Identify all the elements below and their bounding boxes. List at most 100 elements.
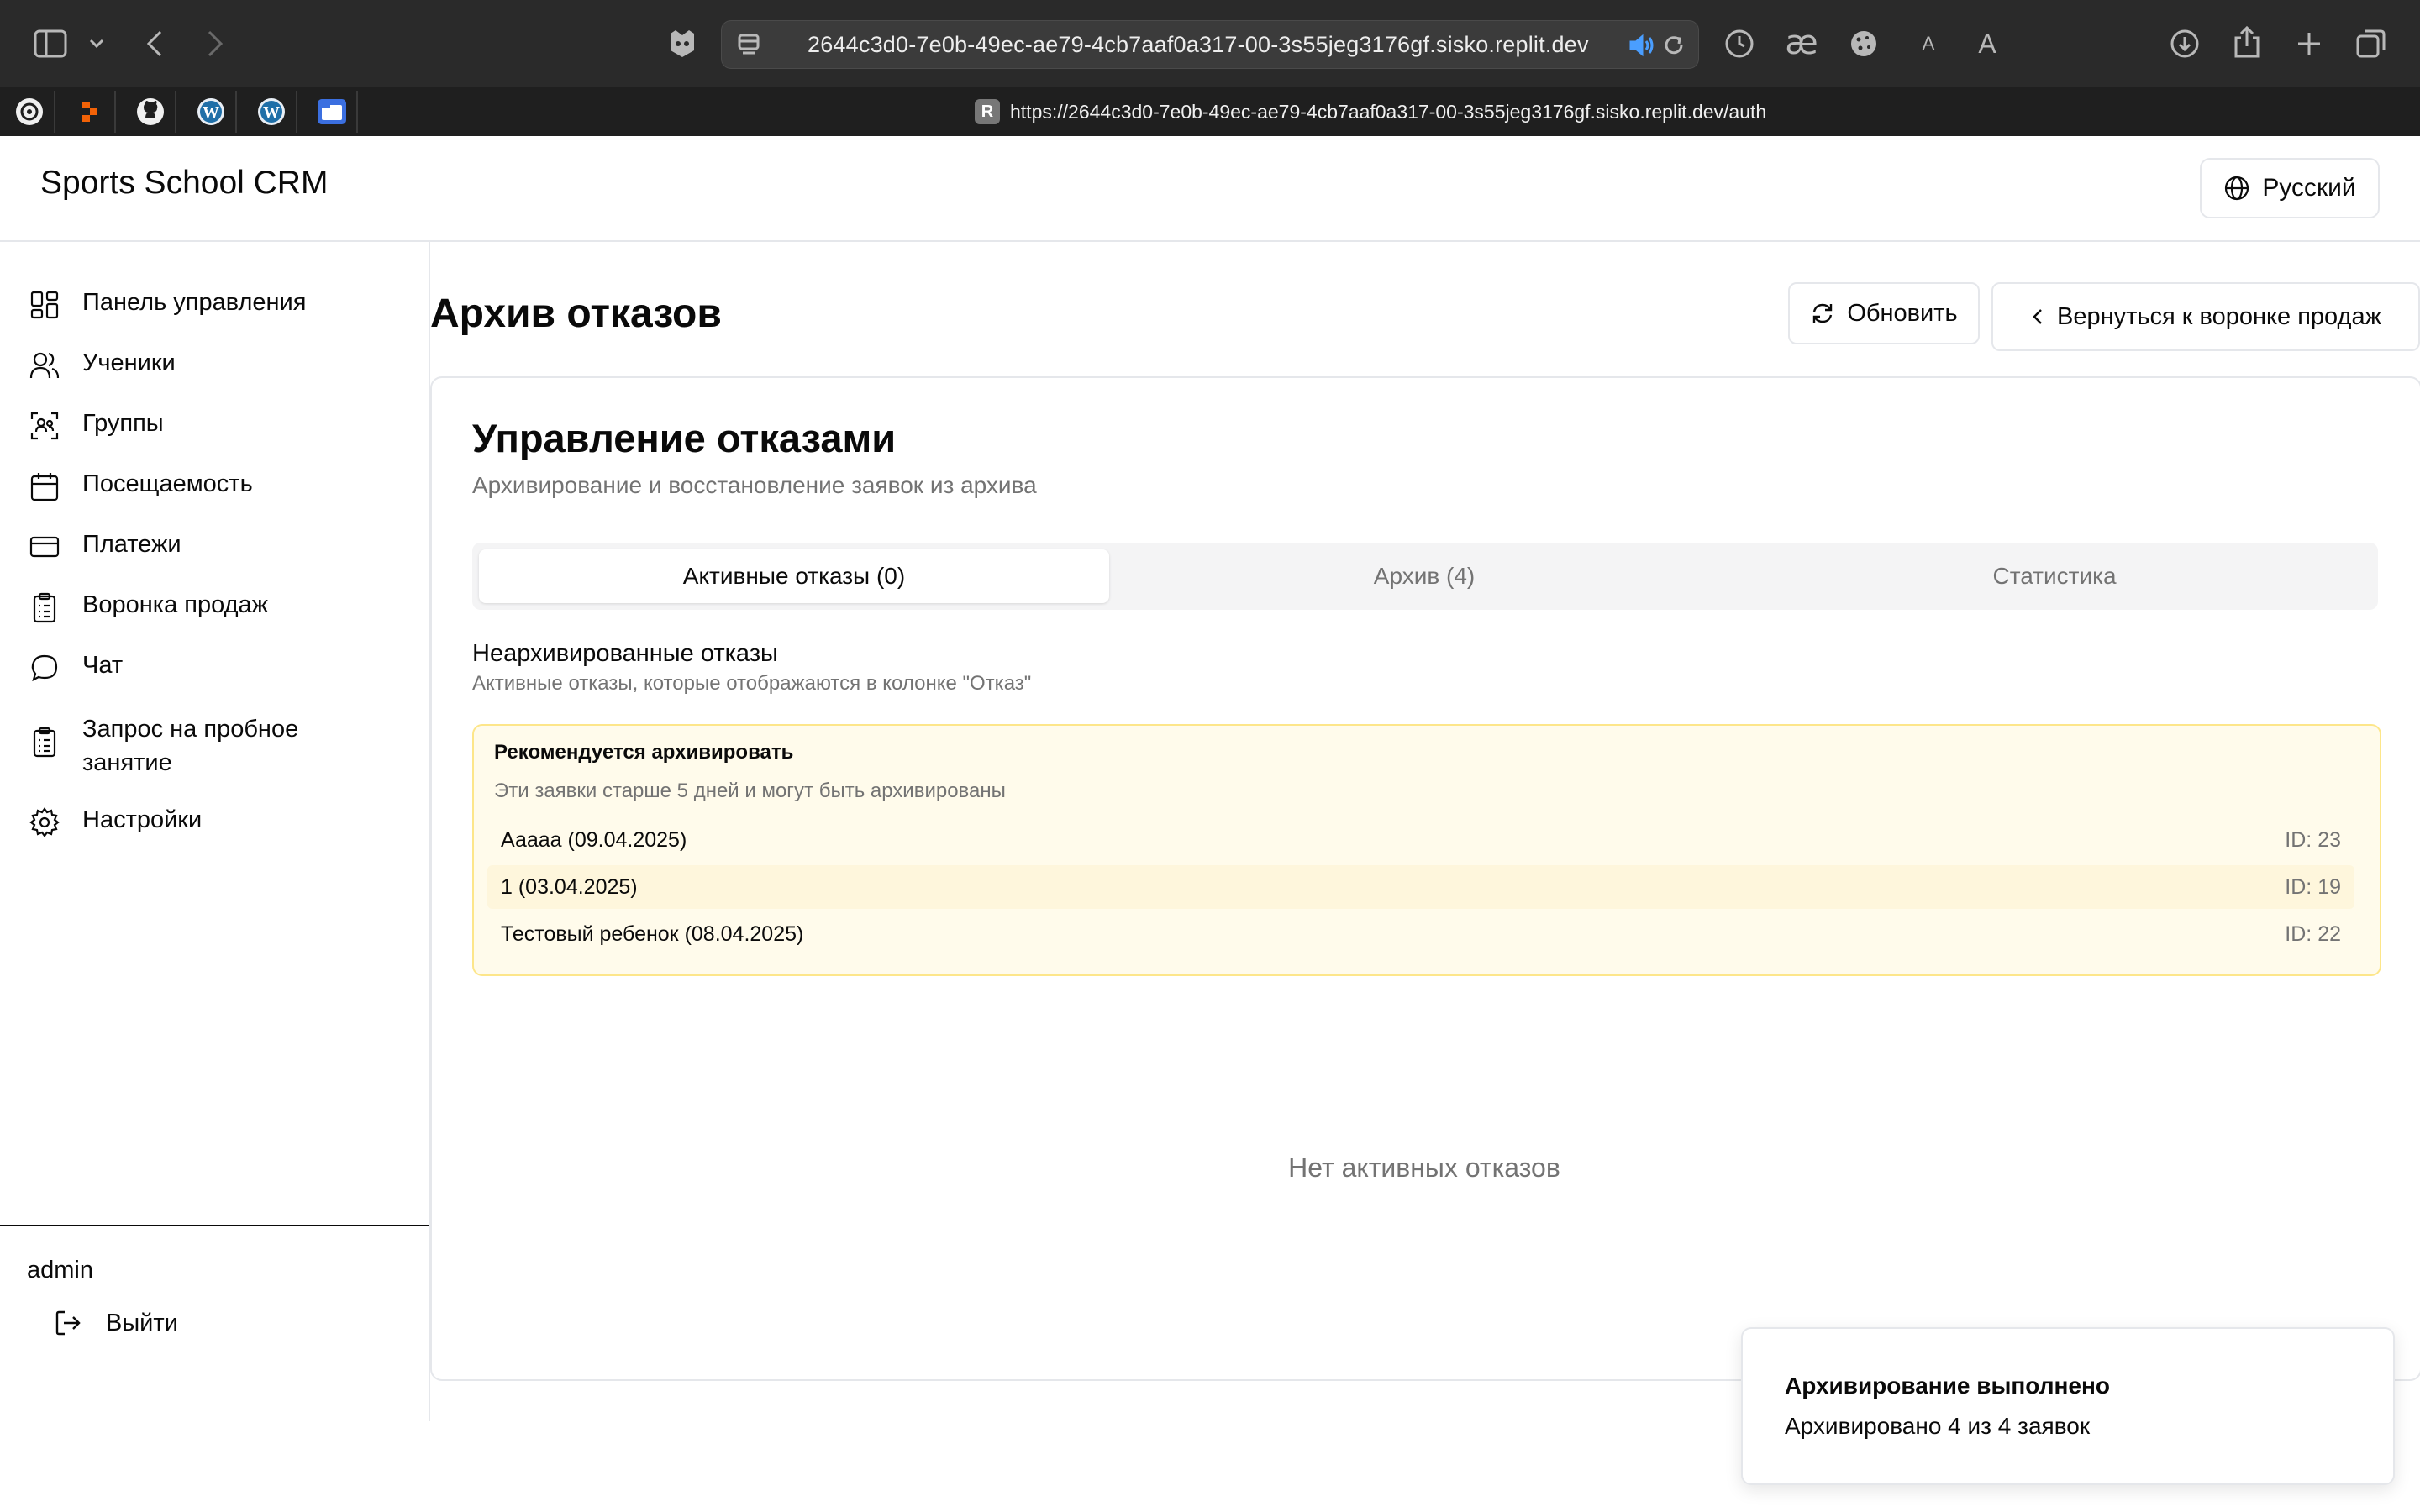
speaker-icon[interactable]	[1628, 31, 1656, 60]
shield-extension-icon[interactable]	[664, 25, 701, 62]
sidebar-item-settings[interactable]: Настройки	[29, 806, 202, 838]
logout-icon	[55, 1310, 81, 1336]
calendar-icon	[30, 473, 59, 501]
back-to-funnel-label: Вернуться к воронке продаж	[2057, 302, 2381, 330]
tab-archive[interactable]: Архив (4)	[1109, 549, 1739, 603]
request-id: ID: 19	[2285, 875, 2341, 899]
language-label: Русский	[2262, 174, 2356, 202]
sidebar-item-label: Настройки	[82, 806, 203, 833]
section-description: Активные отказы, которые отображаются в …	[472, 672, 1032, 695]
sidebar-item-label: Ученики	[82, 349, 176, 376]
download-icon[interactable]	[2166, 25, 2203, 62]
sidebar-toggle-icon[interactable]	[32, 25, 69, 62]
credit-card-icon	[29, 536, 60, 558]
section-title: Неархивированные отказы	[472, 640, 778, 667]
replit-badge-icon: R	[975, 99, 1000, 124]
sidebar-item-label: Панель управления	[82, 289, 307, 316]
sidebar-footer-divider	[0, 1225, 429, 1226]
sidebar-item-dashboard[interactable]: Панель управления	[29, 289, 306, 321]
sidebar-item-sales-funnel[interactable]: Воронка продаж	[29, 591, 268, 623]
status-url-text: https://2644c3d0-7e0b-49ec-ae79-4cb7aaf0…	[1010, 100, 1767, 123]
logout-button[interactable]: Выйти	[54, 1309, 178, 1337]
recommend-description: Эти заявки старше 5 дней и могут быть ар…	[494, 780, 1006, 802]
wordpress-icon[interactable]: W	[247, 91, 297, 133]
request-id: ID: 22	[2285, 922, 2341, 946]
chevron-left-icon	[2033, 309, 2042, 324]
empty-state: Нет активных отказов	[1288, 1152, 1560, 1183]
sidebar-item-payments[interactable]: Платежи	[29, 531, 182, 563]
page-menu-icon[interactable]	[734, 29, 764, 60]
wordpress-icon[interactable]: W	[187, 91, 237, 133]
toast-notification[interactable]: Архивирование выполнено Архивировано 4 и…	[1741, 1327, 2395, 1485]
tab-active-refusals[interactable]: Активные отказы (0)	[479, 549, 1109, 603]
ae-extension-icon[interactable]: æ	[1781, 24, 1822, 62]
toast-description: Архивировано 4 из 4 заявок	[1785, 1413, 2091, 1439]
sidebar-item-chat[interactable]: Чат	[29, 652, 123, 684]
label-line-2: занятие	[82, 749, 172, 776]
language-button[interactable]: Русский	[2200, 158, 2380, 218]
card-description: Архивирование и восстановление заявок из…	[472, 472, 1037, 498]
sidebar-item-attendance[interactable]: Посещаемость	[29, 470, 253, 502]
chevron-down-icon[interactable]	[84, 29, 109, 59]
address-bar[interactable]: 2644c3d0-7e0b-49ec-ae79-4cb7aaf0a317-00-…	[721, 20, 1699, 69]
label-line-1: Запрос на пробное	[82, 716, 299, 743]
sidebar-item-label: Воронка продаж	[82, 591, 269, 618]
folder-icon[interactable]	[308, 91, 358, 133]
openai-icon[interactable]	[5, 91, 55, 133]
cookie-icon[interactable]	[1845, 25, 1882, 62]
clipboard-icon	[33, 727, 56, 758]
recommend-title: Рекомендуется архивировать	[494, 741, 794, 764]
svg-text:W: W	[203, 103, 219, 122]
sidebar-item-groups[interactable]: Группы	[29, 410, 164, 442]
dashboard-icon	[30, 291, 59, 319]
status-url: R https://2644c3d0-7e0b-49ec-ae79-4cb7aa…	[975, 94, 1766, 129]
back-to-funnel-button[interactable]: Вернуться к воронке продаж	[1991, 282, 2420, 351]
forward-arrow-icon[interactable]	[198, 25, 232, 62]
request-name: 1 (03.04.2025)	[501, 875, 638, 899]
replit-icon[interactable]	[66, 91, 116, 133]
request-name: Тестовый ребенок (08.04.2025)	[501, 922, 804, 946]
logout-label: Выйти	[106, 1309, 178, 1336]
tab-overview-icon[interactable]	[2353, 25, 2390, 62]
new-tab-icon[interactable]	[2291, 25, 2328, 62]
url-text: 2644c3d0-7e0b-49ec-ae79-4cb7aaf0a317-00-…	[808, 32, 1589, 57]
clipboard-icon	[33, 592, 56, 623]
app-title: Sports School CRM	[40, 165, 329, 201]
toast-title: Архивирование выполнено	[1785, 1373, 2110, 1399]
globe-icon	[2225, 176, 2249, 201]
chat-icon	[31, 654, 58, 682]
list-item: Ааааа (09.04.2025) ID: 23	[487, 818, 2354, 862]
sidebar-item-label: Посещаемость	[82, 470, 253, 497]
tabs-list: Активные отказы (0) Архив (4) Статистика	[472, 543, 2378, 610]
browser-toolbar: 2644c3d0-7e0b-49ec-ae79-4cb7aaf0a317-00-…	[0, 0, 2420, 87]
back-arrow-icon[interactable]	[138, 25, 171, 62]
text-larger-button[interactable]: A	[1973, 24, 2002, 64]
github-icon[interactable]	[126, 91, 176, 133]
request-name: Ааааа (09.04.2025)	[501, 828, 687, 852]
sidebar-item-label: Группы	[82, 410, 164, 437]
sidebar-item-label: Чат	[82, 652, 124, 679]
text-smaller-button[interactable]: A	[1916, 25, 1941, 62]
reload-icon[interactable]	[1660, 31, 1688, 60]
app-header: Sports School CRM Русский	[0, 136, 2420, 242]
sidebar-item-students[interactable]: Ученики	[29, 349, 176, 381]
tab-statistics[interactable]: Статистика	[1739, 549, 2370, 603]
groups-icon	[30, 412, 59, 440]
list-item: Тестовый ребенок (08.04.2025) ID: 22	[487, 912, 2354, 956]
current-user: admin	[27, 1257, 93, 1284]
history-icon[interactable]	[1721, 25, 1758, 62]
sidebar-item-label: Запрос на пробное занятие	[82, 712, 298, 780]
share-icon[interactable]	[2228, 22, 2265, 62]
sidebar-item-trial-request[interactable]: Запрос на пробное занятие	[29, 712, 298, 780]
refresh-icon	[1813, 303, 1833, 323]
card-title: Управление отказами	[472, 416, 897, 460]
request-id: ID: 23	[2285, 828, 2341, 852]
svg-text:W: W	[263, 103, 280, 122]
page-title: Архив отказов	[430, 291, 722, 336]
users-icon	[29, 352, 60, 379]
list-item: 1 (03.04.2025) ID: 19	[487, 865, 2354, 909]
refresh-button[interactable]: Обновить	[1788, 282, 1980, 344]
gear-icon	[29, 807, 60, 837]
sidebar-item-label: Платежи	[82, 531, 182, 558]
refresh-label: Обновить	[1847, 299, 1958, 327]
